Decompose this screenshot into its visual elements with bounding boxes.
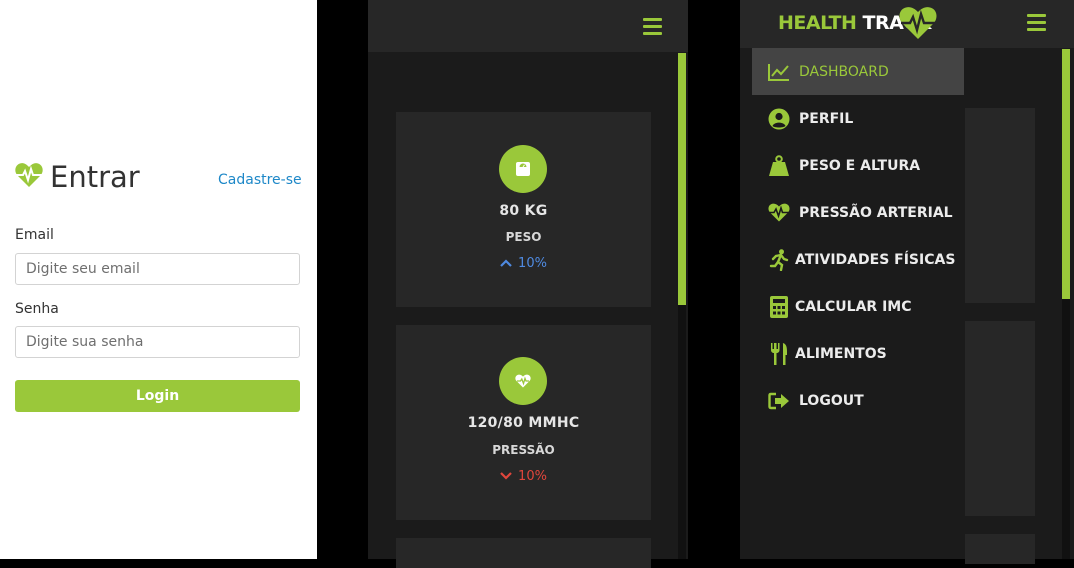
menu-panel: HEALTH TRACK DASHBOARD PERFIL PESO E ALT… xyxy=(740,0,1074,564)
menu-item-label: ATIVIDADES FÍSICAS xyxy=(795,251,956,268)
email-label: Email xyxy=(15,227,54,243)
menu-item-atividades-fisicas[interactable]: ATIVIDADES FÍSICAS xyxy=(752,236,964,283)
page-title: Entrar xyxy=(50,160,140,194)
password-label: Senha xyxy=(15,301,59,317)
top-bar: HEALTH TRACK xyxy=(740,0,1074,48)
login-heading: Entrar xyxy=(15,160,140,194)
menu-item-label: PERFIL xyxy=(799,110,854,127)
top-bar xyxy=(368,0,688,52)
weight-icon xyxy=(767,154,791,178)
menu-item-calcular-imc[interactable]: CALCULAR IMC xyxy=(752,283,964,330)
menu-item-label: ALIMENTOS xyxy=(795,345,887,362)
menu-item-label: DASHBOARD xyxy=(799,63,889,80)
next-card xyxy=(396,538,651,568)
pressure-value: 120/80 MMHC xyxy=(467,415,580,431)
menu-item-logout[interactable]: LOGOUT xyxy=(752,377,964,424)
hamburger-menu-icon[interactable] xyxy=(643,18,662,39)
weight-value: 80 KG xyxy=(499,203,548,219)
chevron-up-icon xyxy=(500,256,512,271)
scrollbar-thumb[interactable] xyxy=(678,53,686,305)
chart-line-icon xyxy=(767,60,791,84)
menu-item-label: PESO E ALTURA xyxy=(799,157,921,174)
menu-item-label: CALCULAR IMC xyxy=(795,298,912,315)
menu-item-peso-altura[interactable]: PESO E ALTURA xyxy=(752,142,964,189)
login-panel: Entrar Cadastre-se Email Senha Login xyxy=(0,0,317,559)
utensils-icon xyxy=(767,342,791,366)
logout-icon xyxy=(767,389,791,413)
scrollbar-thumb[interactable] xyxy=(1062,49,1070,299)
scale-icon xyxy=(499,145,547,193)
heart-pulse-icon xyxy=(899,6,937,44)
signup-link[interactable]: Cadastre-se xyxy=(218,172,302,188)
running-icon xyxy=(767,248,791,272)
background-card xyxy=(965,108,1035,303)
login-button[interactable]: Login xyxy=(15,380,300,412)
chevron-down-icon xyxy=(500,469,512,484)
pressure-label: PRESSÃO xyxy=(492,443,555,457)
menu-item-pressao-arterial[interactable]: PRESSÃO ARTERIAL xyxy=(752,189,964,236)
hamburger-menu-icon[interactable] xyxy=(1027,14,1046,35)
heart-pulse-icon xyxy=(499,357,547,405)
email-field[interactable] xyxy=(15,253,300,285)
menu-item-dashboard[interactable]: DASHBOARD xyxy=(752,48,964,95)
menu-item-label: PRESSÃO ARTERIAL xyxy=(799,204,953,221)
password-field[interactable] xyxy=(15,326,300,358)
side-menu: DASHBOARD PERFIL PESO E ALTURA PRESSÃO A… xyxy=(752,48,964,559)
user-circle-icon xyxy=(767,107,791,131)
weight-label: PESO xyxy=(505,230,542,244)
weight-trend: 10% xyxy=(396,256,651,271)
heart-pulse-icon xyxy=(15,162,43,192)
background-card xyxy=(965,321,1035,516)
menu-item-label: LOGOUT xyxy=(799,392,864,409)
pressure-trend-value: 10% xyxy=(518,469,547,484)
calculator-icon xyxy=(767,295,791,319)
background-card xyxy=(965,534,1035,564)
weight-card[interactable]: 80 KG PESO 10% xyxy=(396,112,651,307)
menu-item-alimentos[interactable]: ALIMENTOS xyxy=(752,330,964,377)
menu-item-perfil[interactable]: PERFIL xyxy=(752,95,964,142)
pressure-trend: 10% xyxy=(396,469,651,484)
heart-pulse-icon xyxy=(767,201,791,225)
logo-part-health: HEALTH xyxy=(778,12,857,34)
pressure-card[interactable]: 120/80 MMHC PRESSÃO 10% xyxy=(396,325,651,520)
dashboard-panel: 80 KG PESO 10% 120/80 MMHC PRESSÃO 10% xyxy=(368,0,688,568)
weight-trend-value: 10% xyxy=(518,256,547,271)
